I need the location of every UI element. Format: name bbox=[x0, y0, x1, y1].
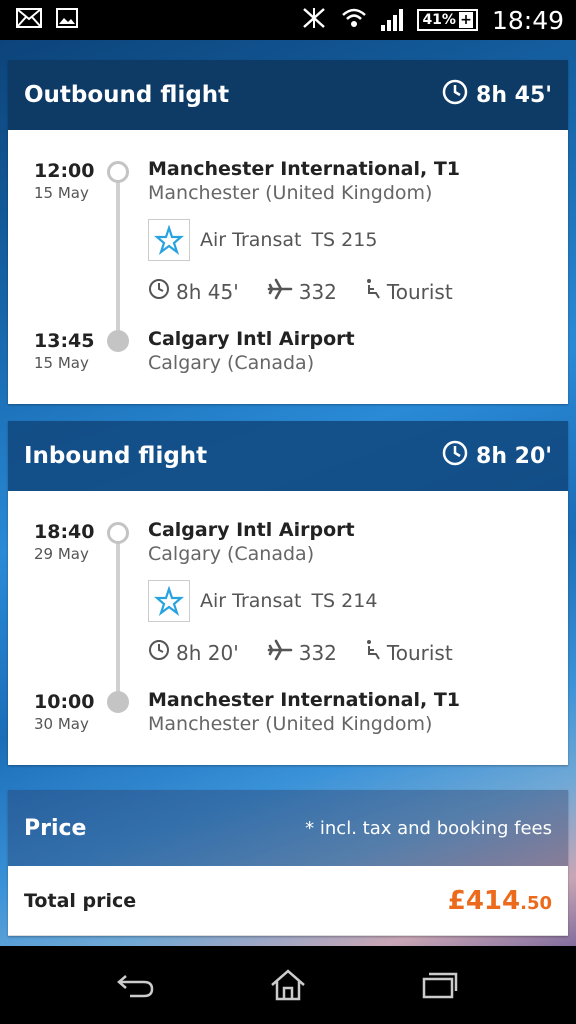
departure-dot bbox=[107, 522, 129, 544]
inbound-flight-duration: 8h 20' bbox=[148, 639, 239, 666]
arrival-city: Manchester (United Kingdom) bbox=[148, 713, 433, 735]
inbound-arrival-time: 10:00 30 May bbox=[34, 691, 94, 733]
departure-city: Calgary (Canada) bbox=[148, 543, 315, 565]
price-header: Price * incl. tax and booking fees bbox=[8, 790, 568, 866]
outbound-arrival-time: 13:45 15 May bbox=[34, 330, 94, 372]
total-price-value: £414.50 bbox=[448, 886, 552, 916]
inbound-duration-text: 8h 20' bbox=[476, 443, 552, 469]
arrival-date: 15 May bbox=[34, 354, 89, 372]
arrival-time: 13:45 bbox=[34, 330, 95, 352]
plane-icon bbox=[267, 278, 293, 305]
inbound-flight-card[interactable]: Inbound flight 8h 20' 18:40 29 May Calga… bbox=[8, 421, 568, 765]
flight-number: TS 215 bbox=[311, 229, 378, 251]
battery-icon: 41% + bbox=[417, 9, 478, 31]
inbound-body: 18:40 29 May Calgary Intl Airport Calgar… bbox=[8, 491, 568, 765]
departure-date: 15 May bbox=[34, 184, 89, 202]
back-icon bbox=[117, 975, 154, 998]
outbound-duration: 8h 45' bbox=[442, 79, 552, 111]
airline-name: Air Transat bbox=[200, 590, 302, 612]
departure-airport: Calgary Intl Airport bbox=[148, 519, 355, 541]
inbound-departure-place: Calgary Intl Airport Calgary (Canada) bbox=[148, 519, 355, 565]
flight-number: TS 214 bbox=[311, 590, 378, 612]
outbound-flight-duration: 8h 45' bbox=[148, 278, 239, 305]
aircraft-text: 332 bbox=[298, 640, 337, 665]
arrival-dot bbox=[107, 330, 129, 352]
inbound-title: Inbound flight bbox=[24, 443, 208, 469]
inbound-duration: 8h 20' bbox=[442, 440, 552, 472]
departure-dot bbox=[107, 161, 129, 183]
arrival-dot bbox=[107, 691, 129, 713]
price-title: Price bbox=[24, 815, 87, 841]
seat-icon bbox=[365, 278, 381, 305]
arrival-city: Calgary (Canada) bbox=[148, 352, 315, 374]
clock-icon bbox=[148, 639, 170, 666]
outbound-airline: Air Transat TS 215 bbox=[148, 219, 377, 261]
mute-icon bbox=[301, 6, 327, 34]
flight-duration-text: 8h 20' bbox=[176, 640, 239, 665]
arrival-time: 10:00 bbox=[34, 691, 95, 713]
clock: 18:49 bbox=[491, 5, 564, 35]
signal-icon bbox=[381, 9, 404, 31]
arrival-date: 30 May bbox=[34, 715, 89, 733]
inbound-header: Inbound flight 8h 20' bbox=[8, 421, 568, 491]
outbound-header: Outbound flight 8h 45' bbox=[8, 60, 568, 130]
outbound-body: 12:00 15 May Manchester International, T… bbox=[8, 130, 568, 404]
total-price-main: £414 bbox=[447, 885, 521, 916]
mail-icon bbox=[16, 8, 42, 32]
outbound-cabin: Tourist bbox=[365, 278, 453, 305]
cabin-text: Tourist bbox=[386, 279, 453, 304]
plane-icon bbox=[267, 639, 293, 666]
inbound-aircraft: 332 bbox=[267, 639, 337, 666]
outbound-departure-place: Manchester International, T1 Manchester … bbox=[148, 158, 460, 204]
airline-name: Air Transat bbox=[200, 229, 302, 251]
inbound-airline: Air Transat TS 214 bbox=[148, 580, 377, 622]
outbound-duration-text: 8h 45' bbox=[476, 82, 552, 108]
price-note: * incl. tax and booking fees bbox=[305, 817, 552, 839]
cabin-text: Tourist bbox=[386, 640, 453, 665]
inbound-arrival-place: Manchester International, T1 Manchester … bbox=[148, 689, 460, 735]
timeline-line bbox=[116, 182, 120, 342]
clock-icon bbox=[148, 278, 170, 305]
outbound-flight-card[interactable]: Outbound flight 8h 45' 12:00 15 May Manc… bbox=[8, 60, 568, 404]
departure-time: 12:00 bbox=[34, 160, 95, 182]
total-price-row: Total price £414.50 bbox=[8, 866, 568, 936]
back-button[interactable] bbox=[106, 955, 166, 1015]
arrival-airport: Calgary Intl Airport bbox=[148, 328, 355, 350]
recent-apps-icon bbox=[422, 972, 458, 999]
status-bar: 41% + 18:49 bbox=[0, 0, 576, 40]
flight-duration-text: 8h 45' bbox=[176, 279, 239, 304]
image-icon bbox=[56, 8, 78, 32]
outbound-title: Outbound flight bbox=[24, 82, 230, 108]
inbound-meta: 8h 20' 332 Tourist bbox=[148, 639, 481, 666]
arrival-airport: Manchester International, T1 bbox=[148, 689, 460, 711]
outbound-departure-time: 12:00 15 May bbox=[34, 160, 94, 202]
departure-city: Manchester (United Kingdom) bbox=[148, 182, 433, 204]
departure-date: 29 May bbox=[34, 545, 89, 563]
battery-percent: 41% bbox=[422, 12, 456, 28]
departure-airport: Manchester International, T1 bbox=[148, 158, 460, 180]
timeline-line bbox=[116, 543, 120, 703]
total-price-label: Total price bbox=[24, 889, 137, 912]
clock-icon bbox=[442, 79, 468, 111]
wifi-icon bbox=[341, 7, 367, 33]
charging-icon: + bbox=[458, 12, 473, 28]
inbound-departure-time: 18:40 29 May bbox=[34, 521, 94, 563]
navigation-bar bbox=[0, 946, 576, 1024]
total-price-decimal: .50 bbox=[520, 892, 552, 914]
outbound-arrival-place: Calgary Intl Airport Calgary (Canada) bbox=[148, 328, 355, 374]
air-transat-logo-icon bbox=[148, 219, 190, 261]
inbound-cabin: Tourist bbox=[365, 639, 453, 666]
air-transat-logo-icon bbox=[148, 580, 190, 622]
recent-apps-button[interactable] bbox=[410, 955, 470, 1015]
aircraft-text: 332 bbox=[298, 279, 337, 304]
outbound-meta: 8h 45' 332 Tourist bbox=[148, 278, 481, 305]
price-card[interactable]: Price * incl. tax and booking fees Total… bbox=[8, 790, 568, 936]
seat-icon bbox=[365, 639, 381, 666]
outbound-aircraft: 332 bbox=[267, 278, 337, 305]
departure-time: 18:40 bbox=[34, 521, 95, 543]
home-button[interactable] bbox=[258, 955, 318, 1015]
home-icon bbox=[271, 969, 305, 1001]
clock-icon bbox=[442, 440, 468, 472]
